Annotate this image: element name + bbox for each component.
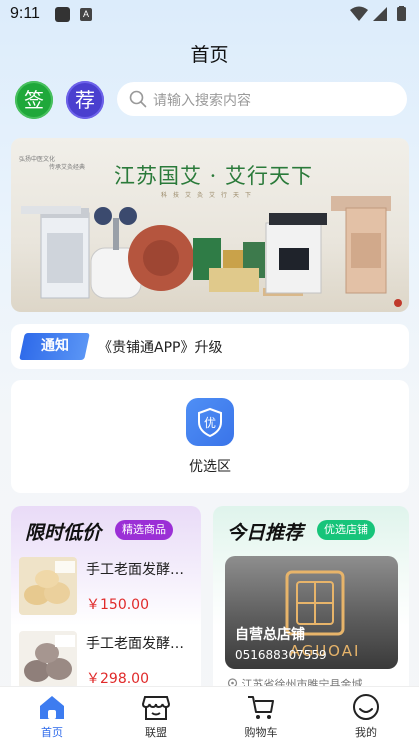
product-price: ￥298.00 bbox=[86, 671, 149, 687]
notice-tag: 通知 bbox=[19, 333, 90, 360]
cart-icon bbox=[248, 696, 274, 719]
tab-cart[interactable]: 购物车 bbox=[209, 687, 313, 744]
tab-label: 首页 bbox=[41, 726, 63, 739]
product-image bbox=[19, 557, 77, 615]
flash-sale-title: 限时低价 bbox=[25, 522, 102, 544]
today-pick-tag: 优选店铺 bbox=[317, 520, 375, 540]
shield-glyph: 优 bbox=[204, 416, 216, 430]
battery-icon bbox=[397, 7, 406, 21]
preferred-zone-section: 优 优选区 bbox=[11, 380, 409, 493]
tab-label: 我的 bbox=[355, 726, 377, 739]
today-pick-title: 今日推荐 bbox=[227, 522, 304, 544]
preferred-zone-label: 优选区 bbox=[189, 459, 231, 475]
banner-products-image bbox=[21, 196, 402, 307]
product-item[interactable]: 手工老面发酵馒头 ￥298.00 bbox=[19, 631, 195, 693]
product-item[interactable]: 手工老面发酵馒头 ￥150.00 bbox=[19, 557, 195, 619]
search-input[interactable]: 请输入搜索内容 bbox=[117, 82, 407, 116]
tab-label: 联盟 bbox=[145, 726, 167, 739]
sign-in-button[interactable]: 签 bbox=[15, 81, 53, 119]
product-name: 手工老面发酵馒头 bbox=[86, 562, 194, 578]
shop-name: 自营总店铺 bbox=[235, 627, 305, 643]
product-image bbox=[19, 631, 77, 689]
status-time: 9:11 bbox=[10, 5, 40, 22]
app-notification-icon bbox=[55, 7, 70, 22]
shop-phone: 051688307559 bbox=[235, 648, 327, 662]
preferred-zone-button[interactable]: 优 bbox=[186, 398, 234, 446]
notice-bar[interactable]: 通知 《贵铺通APP》升级 bbox=[11, 324, 409, 369]
status-bar: 9:11 A bbox=[0, 0, 419, 30]
shield-icon: 优 bbox=[198, 407, 222, 438]
signal-icon bbox=[373, 7, 387, 21]
flash-sale-tag: 精选商品 bbox=[115, 520, 173, 540]
store-icon bbox=[141, 696, 171, 720]
smile-icon bbox=[353, 694, 379, 720]
tab-label: 购物车 bbox=[244, 726, 278, 739]
notice-text: 《贵铺通APP》升级 bbox=[98, 340, 223, 356]
product-name: 手工老面发酵馒头 bbox=[86, 636, 194, 652]
bottom-tab-bar: 首页 联盟 购物车 我的 bbox=[0, 686, 419, 744]
recommend-button[interactable]: 荐 bbox=[66, 81, 104, 119]
keyboard-notification-icon: A bbox=[80, 8, 92, 21]
page-title: 首页 bbox=[190, 44, 229, 66]
tab-mine[interactable]: 我的 bbox=[314, 687, 418, 744]
today-pick-card[interactable]: 今日推荐 优选店铺 AGUOAI 自营总店铺 051688307559 江苏省徐… bbox=[213, 506, 409, 696]
product-price: ￥150.00 bbox=[86, 597, 149, 613]
promo-banner[interactable]: 弘扬中医文化 传承艾灸经典 江苏国艾 · 艾行天下 科技艾灸艾行天下 bbox=[11, 138, 409, 312]
system-status-icons bbox=[350, 6, 406, 21]
search-icon bbox=[129, 90, 147, 108]
tab-alliance[interactable]: 联盟 bbox=[104, 687, 208, 744]
tab-home[interactable]: 首页 bbox=[0, 687, 104, 744]
wifi-icon bbox=[350, 6, 368, 21]
flash-sale-card[interactable]: 限时低价 精选商品 手工老面发酵馒头 ￥150.00 手工老面发酵馒头 ￥298… bbox=[11, 506, 201, 696]
shop-image[interactable]: AGUOAI 自营总店铺 051688307559 bbox=[225, 556, 398, 669]
search-placeholder: 请输入搜索内容 bbox=[153, 93, 251, 109]
home-icon bbox=[40, 696, 64, 719]
